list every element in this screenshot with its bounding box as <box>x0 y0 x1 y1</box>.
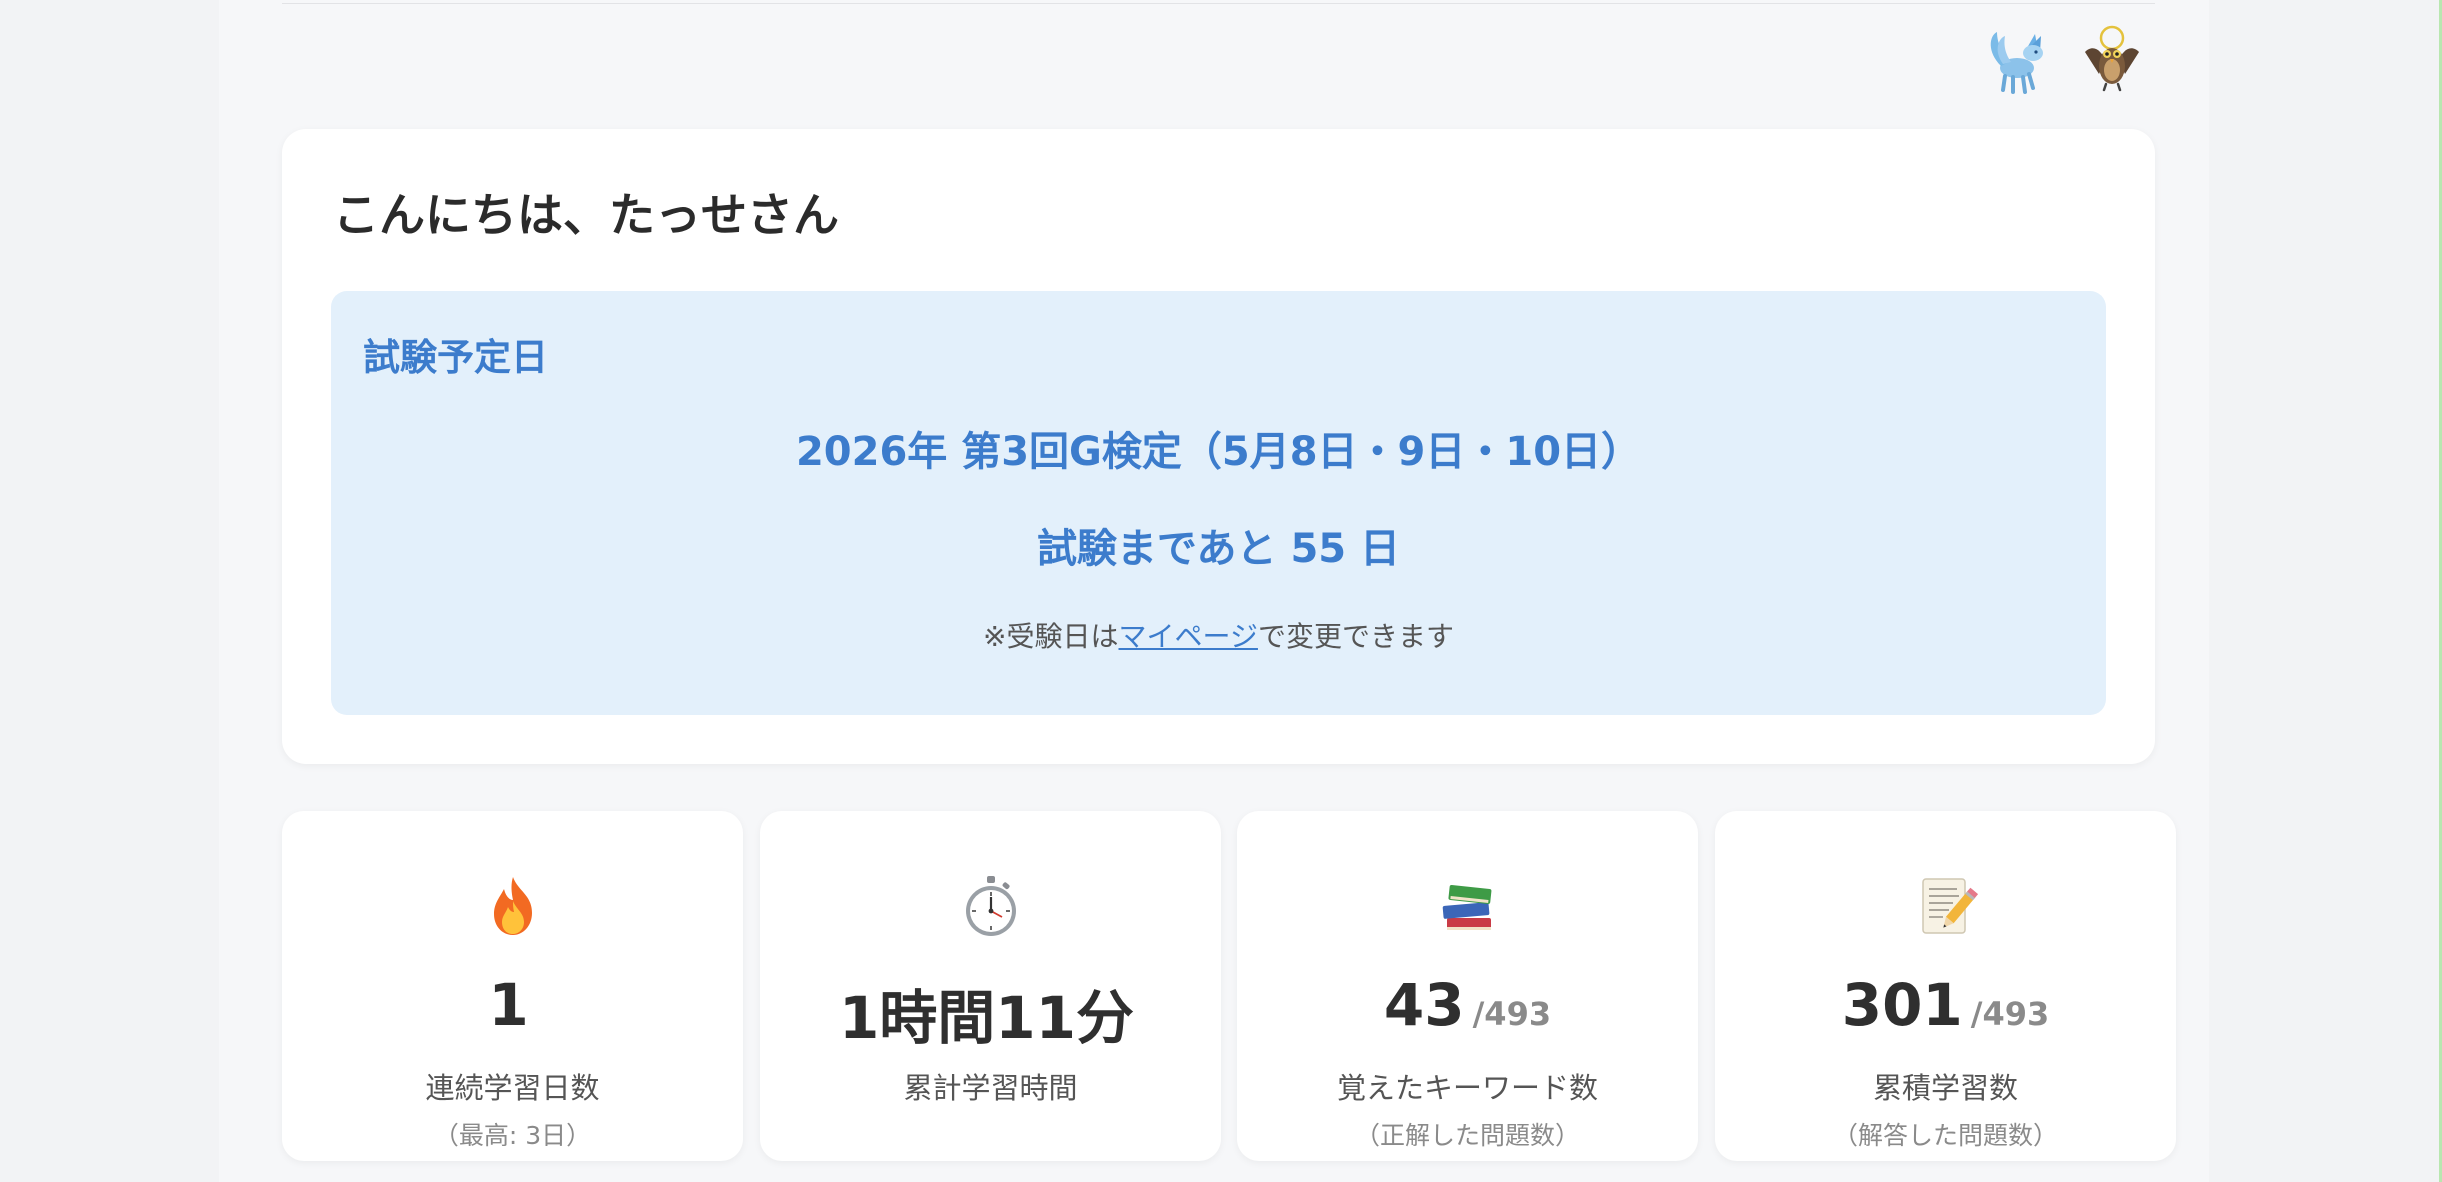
note-suffix: で変更できます <box>1257 620 1454 653</box>
welcome-card: こんにちは、たっせさん 試験予定日 2026年 第3回G検定（5月8日・9日・1… <box>282 129 2155 764</box>
books-icon <box>1237 873 1698 939</box>
stat-value: 1 <box>282 971 743 1039</box>
dashboard-page: こんにちは、たっせさん 試験予定日 2026年 第3回G検定（5月8日・9日・1… <box>219 0 2209 1182</box>
stat-label: 累積学習数 <box>1872 1071 2018 1105</box>
stat-value: 43/493 <box>1237 971 1698 1039</box>
stat-number: 1時間11分 <box>838 984 1135 1052</box>
stat-label: 覚えたキーワード数 <box>1336 1071 1598 1105</box>
avatar-group <box>1983 22 2149 96</box>
blue-fox-spirit-icon[interactable] <box>1983 22 2057 96</box>
stopwatch-icon <box>760 873 1221 939</box>
stat-number: 301 <box>1841 971 1963 1039</box>
stat-card-streak: 1 連続学習日数 （最高: 3日） <box>282 811 743 1161</box>
mypage-link[interactable]: マイページ <box>1119 620 1258 653</box>
memo-icon <box>1715 873 2176 939</box>
stat-label: 連続学習日数 <box>425 1071 600 1105</box>
stat-number: 43 <box>1383 971 1465 1039</box>
exam-date-panel: 試験予定日 2026年 第3回G検定（5月8日・9日・10日） 試験まであと 5… <box>331 291 2106 715</box>
stat-label: 累計学習時間 <box>903 1071 1078 1105</box>
stat-sub: （最高: 3日） <box>433 1121 592 1150</box>
header-divider <box>282 3 2155 4</box>
exam-date-note: ※受験日はマイページで変更できます <box>331 615 2106 655</box>
stat-number: 1 <box>488 971 529 1039</box>
stat-value: 1時間11分 <box>760 971 1221 1055</box>
stat-total: /493 <box>1970 995 2050 1033</box>
stat-sub: （正解した問題数） <box>1354 1121 1580 1150</box>
exam-date-heading: 試験予定日 <box>363 336 548 379</box>
stat-card-study-time: 1時間11分 累計学習時間 <box>760 811 1221 1161</box>
stat-card-keywords: 43/493 覚えたキーワード数 （正解した問題数） <box>1237 811 1698 1161</box>
stat-value: 301/493 <box>1715 971 2176 1039</box>
fire-icon <box>282 873 743 939</box>
exam-name: 2026年 第3回G検定（5月8日・9日・10日） <box>795 429 1642 475</box>
greeting-heading: こんにちは、たっせさん <box>333 188 839 242</box>
note-prefix: ※受験日は <box>983 620 1119 653</box>
stat-card-total-answered: 301/493 累積学習数 （解答した問題数） <box>1715 811 2176 1161</box>
exam-countdown: 試験まであと 55 日 <box>1036 526 1401 572</box>
stats-row: 1 連続学習日数 （最高: 3日） 1時間11分 累計学習時間 43 /493 … <box>282 811 2177 1161</box>
owl-guardian-icon[interactable] <box>2075 22 2149 96</box>
stat-sub: （解答した問題数） <box>1832 1121 2058 1150</box>
stat-total: /493 <box>1472 995 1552 1033</box>
